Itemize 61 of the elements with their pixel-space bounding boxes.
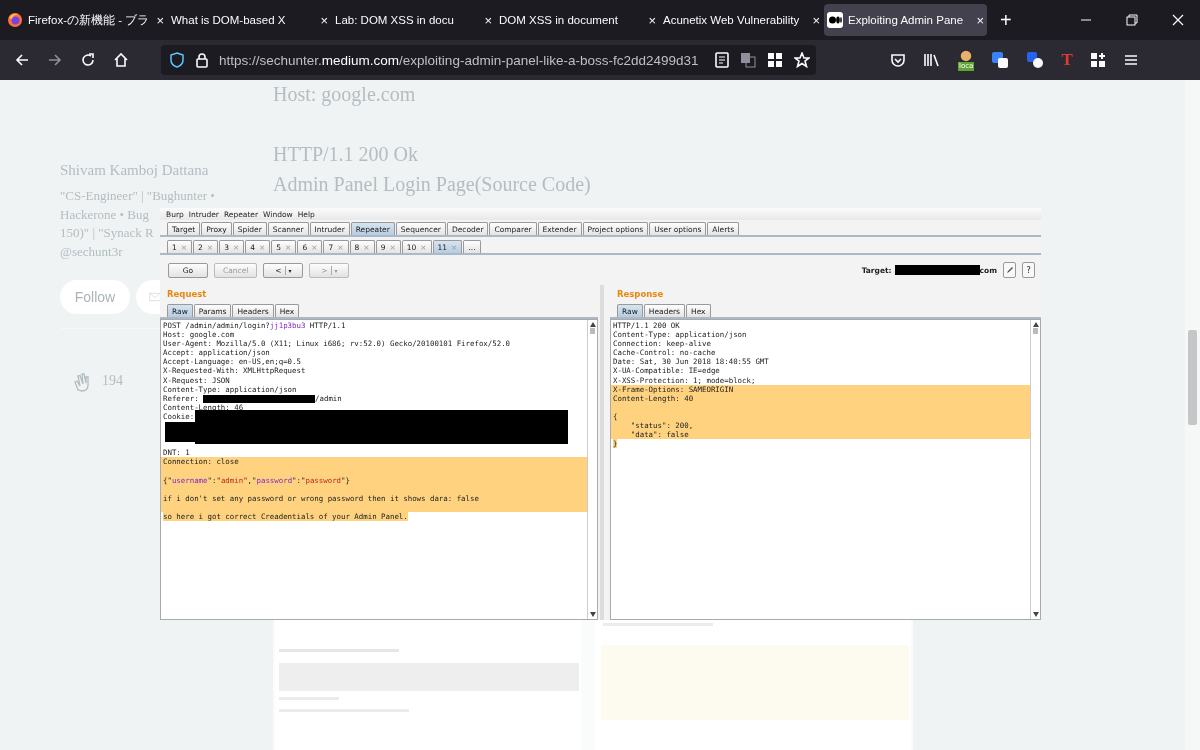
library-icon[interactable] (923, 52, 941, 68)
scroll-down-arrow[interactable] (1032, 612, 1039, 617)
menu-icon[interactable] (1122, 52, 1139, 68)
pane-title: Response (616, 287, 665, 301)
pencil-icon (1005, 266, 1014, 274)
reload-icon[interactable] (80, 52, 96, 68)
article-text: HTTP/1.1 200 Ok (273, 142, 418, 167)
close-icon[interactable]: × (320, 12, 328, 28)
browser-tab[interactable]: DOM XSS in document × (496, 4, 659, 36)
scroll-up-arrow[interactable] (589, 322, 596, 327)
bookmark-star-icon[interactable] (794, 52, 810, 68)
article-text: Admin Panel Login Page(Source Code) (273, 172, 591, 198)
mail-icon (149, 291, 161, 303)
scrollbar-thumb[interactable] (590, 328, 595, 334)
author-bio-line: @sechunt3r (60, 242, 123, 261)
tab-title: DOM XSS in document (499, 14, 618, 26)
translate-icon[interactable] (991, 51, 1010, 69)
close-icon[interactable]: × (156, 12, 164, 28)
address-bar[interactable]: https://sechunter.medium.com/exploiting-admin-panel-like-a-boss-fc2dd2499d31 (161, 45, 816, 75)
scroll-up-arrow[interactable] (1032, 322, 1039, 327)
scrollbar-thumb[interactable] (1188, 330, 1197, 425)
edit-button[interactable] (1003, 262, 1016, 278)
medium-icon (827, 12, 843, 28)
shield-icon[interactable] (169, 52, 185, 68)
close-icon[interactable]: × (812, 12, 820, 28)
scrollbar-thumb[interactable] (1033, 328, 1038, 334)
pocket-icon[interactable] (890, 52, 906, 68)
new-tab-button[interactable]: + (994, 8, 1018, 32)
reader-view-icon[interactable] (715, 52, 729, 68)
close-icon[interactable]: × (976, 12, 984, 28)
author-bio-line: "CS-Engineer" | "Bughunter • (60, 187, 215, 205)
author-bio-line: Hackerone • Bug (60, 205, 150, 224)
scroll-down-arrow[interactable] (589, 612, 596, 617)
clap-count: 194 (102, 373, 123, 389)
tab-title: Firefox-の新機能 - ブラ (28, 12, 150, 28)
home-icon[interactable] (113, 52, 129, 68)
lock-icon[interactable] (195, 52, 209, 68)
browser-tab[interactable]: Lab: DOM XSS in docu × (332, 4, 495, 36)
help-button[interactable]: ? (1022, 262, 1035, 278)
tab-title: Exploiting Admin Pane (848, 14, 964, 26)
tab-title: What is DOM-based X (171, 14, 286, 26)
close-icon[interactable]: × (648, 12, 656, 28)
restore-icon[interactable] (1126, 14, 1138, 26)
grid-icon[interactable] (767, 52, 783, 68)
tab-title: Acunetix Web Vulnerability (663, 14, 800, 26)
forward-icon (47, 52, 63, 68)
browser-tab[interactable]: Firefox-の新機能 - ブラ × (4, 4, 167, 36)
close-icon[interactable]: × (484, 12, 492, 28)
close-icon[interactable] (1172, 14, 1184, 26)
extensions-icon[interactable] (1089, 52, 1106, 68)
browser-tab[interactable]: What is DOM-based X × (168, 4, 331, 36)
firefox-icon (7, 12, 23, 28)
back-icon[interactable] (14, 52, 30, 68)
translate-icon[interactable] (1026, 51, 1045, 69)
author-bio-line: 150)" | "Synack R (60, 224, 154, 242)
browser-tab[interactable]: Acunetix Web Vulnerability × (660, 4, 823, 36)
browser-tab[interactable]: Exploiting Admin Pane × (824, 4, 987, 36)
article-text: Host: google.com (273, 82, 416, 108)
tab-title: Lab: DOM XSS in docu (335, 14, 454, 26)
url-text: https://sechunter.medium.com/exploiting-admin-panel-like-a-boss-fc2dd2499d31 (219, 52, 700, 68)
pane-title: Request (166, 287, 208, 301)
